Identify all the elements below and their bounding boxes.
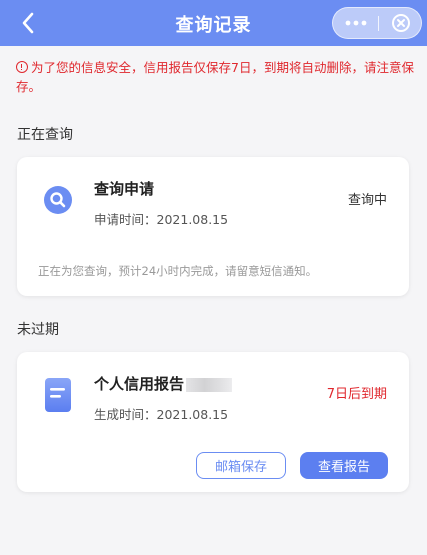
redacted-name (186, 377, 233, 392)
close-circle-icon (391, 14, 410, 32)
expiry-badge: 7日后到期 (326, 387, 387, 402)
mini-program-capsule (332, 7, 422, 39)
security-notice: 为了您的信息安全，信用报告仅保存7日，到期将自动删除，请注意保存。 (16, 58, 416, 96)
card-title: 个人信用报告 (94, 373, 233, 394)
section-title-querying: 正在查询 (17, 127, 73, 143)
close-button[interactable] (379, 8, 422, 38)
view-report-button[interactable]: 查看报告 (300, 452, 388, 479)
apply-time-value: 2021.08.15 (156, 212, 229, 227)
more-dots-icon (345, 20, 366, 26)
generate-time-label: 生成时间： (94, 407, 157, 422)
navigation-bar: 查询记录 (0, 0, 427, 46)
info-circle-icon (16, 61, 28, 73)
notice-text: 为了您的信息安全，信用报告仅保存7日，到期将自动删除，请注意保存。 (16, 60, 414, 94)
query-application-card[interactable]: 查询申请 申请时间：2021.08.15 查询中 正在为您查询，预计24小时内完… (17, 157, 409, 296)
apply-time-label: 申请时间： (94, 212, 157, 227)
section-title-unexpired: 未过期 (17, 322, 59, 338)
generate-time-value: 2021.08.15 (156, 407, 229, 422)
credit-report-card[interactable]: 个人信用报告 生成时间：2021.08.15 7日后到期 邮箱保存 查看报告 (17, 352, 409, 492)
generate-time: 生成时间：2021.08.15 (94, 404, 228, 423)
search-icon (44, 186, 72, 214)
card-footnote: 正在为您查询，预计24小时内完成，请留意短信通知。 (38, 264, 318, 278)
report-title: 个人信用报告 (94, 375, 185, 393)
card-title: 查询申请 (94, 180, 155, 198)
email-save-button[interactable]: 邮箱保存 (196, 452, 286, 479)
more-button[interactable] (333, 8, 378, 38)
status-badge: 查询中 (347, 193, 387, 208)
document-icon (45, 378, 71, 412)
apply-time: 申请时间：2021.08.15 (94, 209, 228, 228)
